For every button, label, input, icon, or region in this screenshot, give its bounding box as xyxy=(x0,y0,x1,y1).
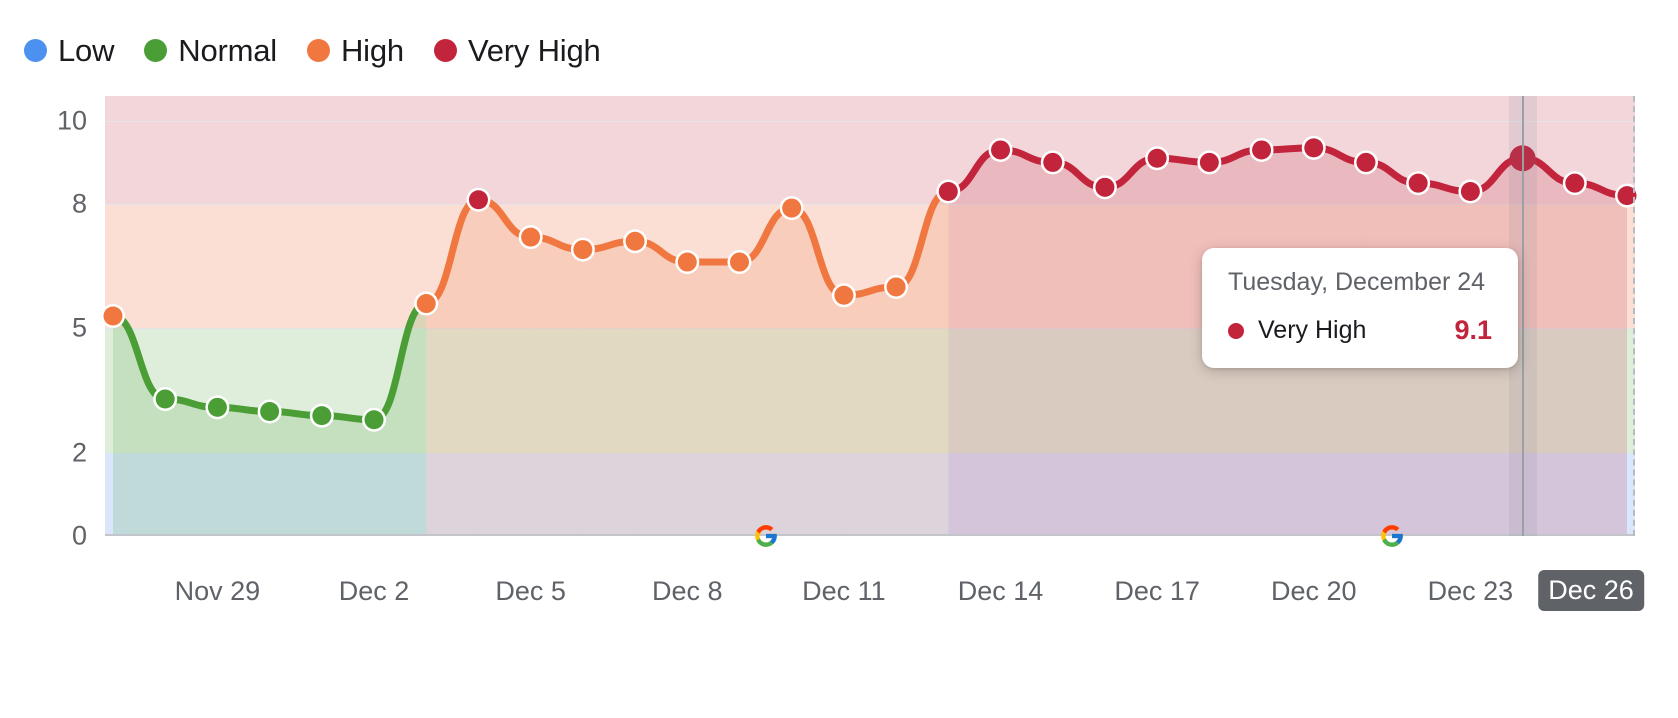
data-point-marker[interactable] xyxy=(991,140,1011,160)
google-icon[interactable] xyxy=(1379,523,1405,549)
data-point-marker[interactable] xyxy=(416,294,436,314)
legend-swatch-icon xyxy=(144,38,168,62)
x-axis-tick-label: Dec 23 xyxy=(1427,576,1514,606)
data-point-marker[interactable] xyxy=(782,198,802,218)
legend-item-very-high[interactable]: Very High xyxy=(433,32,601,68)
area-fill-segment xyxy=(321,415,375,536)
legend-item-high[interactable]: High xyxy=(306,32,404,68)
data-point-marker[interactable] xyxy=(886,277,906,297)
data-point-marker[interactable] xyxy=(1565,173,1585,193)
legend-item-normal[interactable]: Normal xyxy=(144,35,277,66)
area-fill-segment xyxy=(478,199,531,536)
x-axis-tick-label: Dec 8 xyxy=(651,576,723,606)
data-point-marker[interactable] xyxy=(1460,181,1480,201)
data-point-marker[interactable] xyxy=(521,227,541,247)
area-fill-segment xyxy=(582,241,636,536)
data-point-marker[interactable] xyxy=(103,306,123,326)
x-axis-tick-label: Dec 26 xyxy=(1538,570,1644,611)
data-point-marker[interactable] xyxy=(364,410,384,430)
area-fill-segment xyxy=(843,286,897,536)
y-axis-tick-label: 8 xyxy=(71,188,87,219)
y-axis-tick-label: 2 xyxy=(71,437,87,468)
x-axis: Nov 29 Dec 2 Dec 5 Dec 8 Dec 11 Dec 14 Dec 17 D… xyxy=(105,570,1644,630)
google-icon[interactable] xyxy=(753,523,779,549)
y-axis-tick-label: 5 xyxy=(71,312,87,343)
data-point-marker[interactable] xyxy=(1095,177,1115,197)
area-fill-segment xyxy=(1052,162,1105,536)
x-axis-tick-label: Nov 29 xyxy=(174,576,261,606)
y-axis-tick-label: 10 xyxy=(56,105,87,136)
data-point-marker[interactable] xyxy=(1304,138,1324,158)
legend-label: Low xyxy=(58,32,115,68)
data-point-marker[interactable] xyxy=(1356,152,1376,172)
legend-label: Very High xyxy=(467,32,601,68)
area-fill-segment xyxy=(165,399,218,536)
hover-crosshair-line xyxy=(1521,96,1524,536)
area-fill-segment xyxy=(1104,158,1158,536)
legend-swatch-icon xyxy=(433,38,457,62)
area-fill-segment xyxy=(530,237,583,536)
data-point-marker[interactable] xyxy=(468,190,488,210)
data-point-marker[interactable] xyxy=(938,181,958,201)
area-fill-segment xyxy=(635,241,688,536)
data-point-marker[interactable] xyxy=(155,389,175,409)
legend-swatch-icon xyxy=(24,38,47,62)
area-fill-segment xyxy=(948,149,1001,536)
data-point-marker[interactable] xyxy=(677,252,697,272)
data-point-marker[interactable] xyxy=(1043,152,1063,172)
area-fill-segment xyxy=(1574,183,1627,537)
legend-label: Normal xyxy=(178,32,277,68)
right-edge-dashed-line xyxy=(1633,96,1635,536)
x-axis-tick-label: Dec 11 xyxy=(802,576,886,606)
data-point-marker[interactable] xyxy=(207,397,227,417)
y-axis: 0 2 5 8 10 xyxy=(0,96,105,550)
tooltip-row: Very High 9.1 xyxy=(1228,315,1492,346)
x-axis-tick-label: Dec 5 xyxy=(495,576,566,606)
data-point-marker[interactable] xyxy=(1408,173,1428,193)
tooltip-series-dot xyxy=(1228,322,1244,339)
x-axis-tick-label: Dec 17 xyxy=(1114,576,1200,606)
data-point-marker[interactable] xyxy=(729,252,749,272)
data-point-marker[interactable] xyxy=(260,401,280,421)
area-fill-segment xyxy=(1000,149,1053,536)
data-point-marker[interactable] xyxy=(1147,148,1167,168)
axis-baseline xyxy=(105,534,1635,536)
area-fill-segment xyxy=(217,407,270,536)
y-axis-tick-label: 0 xyxy=(71,520,87,551)
x-axis-tick-label: Dec 20 xyxy=(1270,576,1357,606)
chart-root: Low Normal High Very High 0 2 5 8 10 Nov 29 Dec … xyxy=(0,0,1678,718)
hover-tooltip: Tuesday, December 24 Very High 9.1 xyxy=(1202,248,1518,368)
tooltip-date: Tuesday, December 24 xyxy=(1228,268,1486,296)
tooltip-value: 9.1 xyxy=(1454,315,1492,345)
legend-label: High xyxy=(340,32,404,68)
data-point-marker[interactable] xyxy=(1199,152,1219,172)
x-axis-tick-label: Dec 2 xyxy=(338,576,410,606)
data-point-marker[interactable] xyxy=(312,406,332,426)
area-fill-segment xyxy=(687,262,740,536)
tooltip-series-label: Very High xyxy=(1258,316,1367,344)
chart-legend: Low Normal High Very High xyxy=(24,28,601,72)
data-point-marker[interactable] xyxy=(625,231,645,251)
x-axis-tick-label: Dec 14 xyxy=(957,576,1044,606)
legend-swatch-icon xyxy=(306,38,330,62)
data-point-marker[interactable] xyxy=(573,240,593,260)
area-fill-segment xyxy=(269,411,322,536)
legend-item-low[interactable]: Low xyxy=(24,35,114,66)
data-point-marker[interactable] xyxy=(834,285,854,305)
data-point-marker[interactable] xyxy=(1252,140,1272,160)
